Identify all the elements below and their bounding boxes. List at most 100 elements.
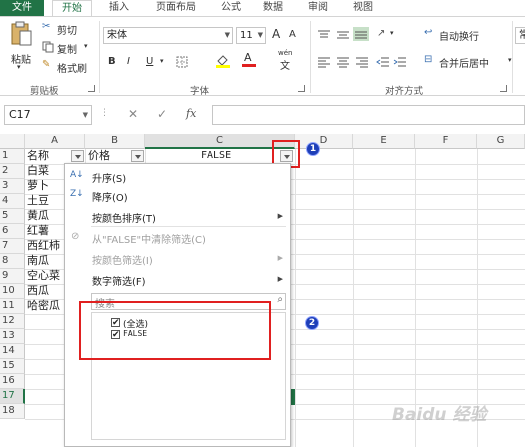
align-bottom-icon[interactable] (353, 27, 369, 41)
chevron-down-icon: ▼ (224, 31, 230, 39)
row-header[interactable]: 8 (0, 254, 25, 269)
row-header[interactable]: 6 (0, 224, 25, 239)
row-header[interactable]: 12 (0, 314, 25, 329)
copy-button[interactable]: 复制 ▾ (42, 40, 92, 56)
row-header[interactable]: 4 (0, 194, 25, 209)
font-launcher-icon[interactable] (298, 85, 305, 92)
cell-a10[interactable]: 西瓜 (26, 284, 64, 299)
cell-a11[interactable]: 哈密瓜 (26, 299, 64, 314)
ribbon-tab-bar: 文件 开始 插入 页面布局 公式 数据 审阅 视图 (0, 0, 525, 16)
tab-file[interactable]: 文件 (0, 0, 44, 16)
cell-a7[interactable]: 西红柿 (26, 239, 64, 254)
filter-dropdown-button-a[interactable] (71, 150, 84, 162)
paintbrush-icon: ✎ (42, 59, 51, 70)
tab-insert[interactable]: 插入 (104, 0, 134, 16)
align-center-icon[interactable] (336, 56, 350, 68)
column-header-g[interactable]: G (477, 134, 525, 149)
search-icon: ⌕ (277, 294, 283, 305)
row-header[interactable]: 2 (0, 164, 25, 179)
cancel-entry-button[interactable]: ✕ (128, 107, 138, 121)
cell-a8[interactable]: 南瓜 (26, 254, 64, 269)
row-header[interactable]: 17 (0, 389, 25, 404)
cell-b1[interactable]: 价格 (87, 149, 127, 164)
paste-button[interactable]: 粘贴 ▾ (6, 21, 36, 71)
submenu-arrow-icon: ▶ (277, 275, 283, 283)
row-header[interactable]: 15 (0, 359, 25, 374)
increase-indent-icon[interactable] (393, 56, 407, 68)
menu-filter-by-color[interactable]: 按颜色筛选(I) (92, 252, 153, 267)
cell-a9[interactable]: 空心菜 (26, 269, 64, 284)
menu-sort-by-color[interactable]: 按颜色排序(T) (92, 210, 156, 225)
tab-page-layout[interactable]: 页面布局 (146, 0, 206, 16)
paste-icon (11, 21, 32, 46)
menu-clear-filter[interactable]: 从"FALSE"中清除筛选(C) (92, 231, 206, 246)
decrease-font-button[interactable]: A (289, 29, 296, 40)
orientation-dropdown-icon[interactable]: ▾ (390, 29, 394, 37)
name-box[interactable]: C17 ▼ (4, 105, 92, 125)
filter-dropdown-button-b[interactable] (131, 150, 144, 162)
italic-button[interactable]: I (127, 56, 130, 67)
font-size-value: 11 (240, 30, 253, 41)
orientation-icon[interactable]: ↗ (377, 28, 385, 39)
tab-view[interactable]: 视图 (348, 0, 378, 16)
column-header-d[interactable]: D (295, 134, 353, 149)
copy-dropdown-icon[interactable]: ▾ (84, 42, 88, 50)
menu-sort-descending[interactable]: 降序(O) (92, 189, 128, 204)
row-header[interactable]: 14 (0, 344, 25, 359)
font-size-select[interactable]: 11 ▼ (236, 27, 266, 44)
format-painter-label: 格式刷 (57, 64, 87, 75)
fill-color-icon[interactable] (215, 53, 231, 68)
row-header[interactable]: 13 (0, 329, 25, 344)
align-middle-icon[interactable] (336, 29, 350, 41)
borders-icon[interactable] (176, 56, 188, 68)
merge-dropdown-icon[interactable]: ▾ (508, 56, 512, 64)
tab-review[interactable]: 审阅 (303, 0, 333, 16)
bold-button[interactable]: B (108, 56, 116, 67)
align-right-icon[interactable] (355, 56, 369, 68)
phonetic-button[interactable]: wén 文 (276, 49, 296, 72)
row-header[interactable]: 16 (0, 374, 25, 389)
tab-home[interactable]: 开始 (52, 0, 92, 16)
column-header-a[interactable]: A (25, 134, 85, 149)
align-top-icon[interactable] (317, 29, 331, 41)
underline-dropdown-icon[interactable]: ▾ (160, 57, 164, 65)
clipboard-group-label: 剪贴板 (30, 86, 59, 97)
column-header-b[interactable]: B (85, 134, 145, 149)
align-left-icon[interactable] (317, 56, 331, 68)
tab-data[interactable]: 数据 (258, 0, 288, 16)
format-painter-button[interactable]: ✎ 格式刷 (42, 59, 94, 75)
insert-function-button[interactable]: fx (186, 107, 196, 120)
cell-a1[interactable]: 名称 (26, 149, 71, 164)
alignment-launcher-icon[interactable] (500, 85, 507, 92)
row-header[interactable]: 9 (0, 269, 25, 284)
wrap-text-button[interactable]: ↩ 自动换行 (424, 27, 504, 43)
merge-center-button[interactable]: ⊟ 合并后居中 ▾ (424, 54, 516, 70)
row-header[interactable]: 18 (0, 404, 25, 419)
menu-number-filters[interactable]: 数字筛选(F) (92, 273, 146, 288)
paste-dropdown-icon[interactable]: ▾ (17, 63, 21, 71)
row-header[interactable]: 10 (0, 284, 25, 299)
underline-button[interactable]: U (146, 56, 153, 67)
column-header-e[interactable]: E (353, 134, 415, 149)
row-header[interactable]: 1 (0, 149, 25, 164)
phonetic-char: 文 (280, 61, 290, 72)
font-color-icon[interactable]: A (242, 51, 256, 68)
increase-font-button[interactable]: A (272, 27, 280, 41)
row-header[interactable]: 5 (0, 209, 25, 224)
cut-button[interactable]: ✂ 剪切 (42, 21, 92, 37)
formula-input[interactable] (212, 105, 525, 125)
number-format-select[interactable]: 常 (515, 27, 525, 44)
row-header[interactable]: 7 (0, 239, 25, 254)
column-header-f[interactable]: F (415, 134, 477, 149)
row-header[interactable]: 11 (0, 299, 25, 314)
select-all-corner[interactable] (0, 134, 25, 149)
decrease-indent-icon[interactable] (376, 56, 390, 68)
menu-sort-ascending[interactable]: 升序(S) (92, 170, 126, 185)
clipboard-launcher-icon[interactable] (88, 85, 95, 92)
cell-c1[interactable]: FALSE (200, 149, 260, 164)
confirm-entry-button[interactable]: ✓ (157, 107, 167, 121)
font-name-select[interactable]: 宋体 ▼ (103, 27, 233, 44)
paste-label: 粘贴 (11, 55, 31, 66)
tab-formulas[interactable]: 公式 (216, 0, 246, 16)
row-header[interactable]: 3 (0, 179, 25, 194)
